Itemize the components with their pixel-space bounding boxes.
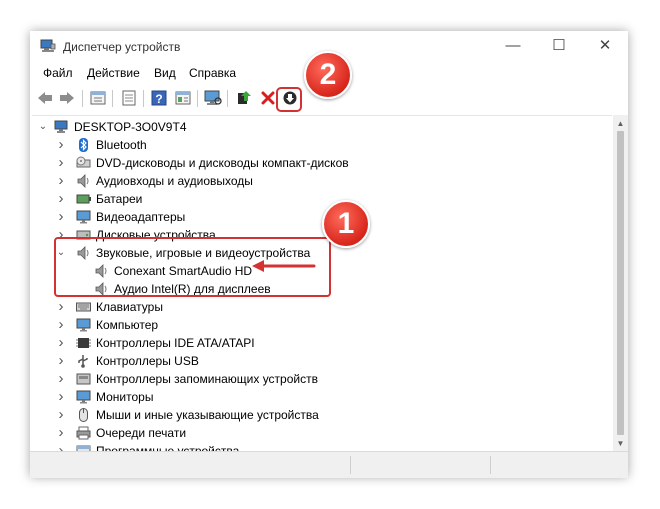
display-icon — [76, 390, 91, 404]
chevron-right-icon[interactable]: › — [56, 352, 66, 370]
tree-item-mice[interactable]: › Мыши и иные указывающие устройства — [32, 406, 592, 424]
bluetooth-icon — [79, 138, 88, 152]
view-resources-icon[interactable] — [173, 88, 193, 108]
menu-view[interactable]: Вид — [154, 66, 176, 80]
scroll-down-icon[interactable]: ▼ — [613, 437, 628, 451]
chevron-right-icon[interactable]: › — [56, 388, 66, 406]
tree-item-keyboards[interactable]: › Клавиатуры — [32, 298, 592, 316]
menu-action[interactable]: Действие — [87, 66, 140, 80]
chevron-right-icon[interactable]: › — [56, 136, 66, 154]
display-icon — [76, 210, 91, 224]
back-arrow-icon[interactable] — [35, 88, 55, 108]
chevron-right-icon[interactable]: › — [56, 298, 66, 316]
tree-item-label: Bluetooth — [96, 138, 147, 152]
dvd-icon — [76, 156, 91, 168]
document-list-icon[interactable] — [119, 88, 139, 108]
tree-item-label: Компьютер — [96, 318, 159, 332]
computer-name: DESKTOP-3O0V9T4 — [74, 120, 187, 134]
tree-item-computer[interactable]: › Компьютер — [32, 316, 592, 334]
scroll-up-icon[interactable]: ▲ — [613, 117, 628, 131]
chevron-right-icon[interactable]: › — [56, 154, 66, 172]
vertical-scrollbar[interactable]: ▲ ▼ — [613, 115, 628, 451]
scrollbar-thumb[interactable] — [617, 131, 624, 435]
chevron-right-icon[interactable]: › — [56, 424, 66, 442]
uninstall-device-icon[interactable] — [258, 88, 278, 108]
toolbar-separator — [197, 90, 198, 107]
tree-item-label: DVD-дисководы и дисководы компакт-дисков — [96, 156, 349, 170]
help-icon[interactable]: ? — [149, 88, 169, 108]
window-title: Диспетчер устройств — [63, 40, 181, 54]
chevron-right-icon[interactable]: › — [56, 370, 66, 388]
forward-arrow-icon[interactable] — [57, 88, 77, 108]
keyboard-icon — [76, 302, 91, 312]
tree-item-dvd-drives[interactable]: › DVD-дисководы и дисководы компакт-диско… — [32, 154, 592, 172]
menu-help[interactable]: Справка — [189, 66, 236, 80]
menu-file[interactable]: Файл — [43, 66, 73, 80]
tree-item-label: Клавиатуры — [96, 300, 163, 314]
chevron-right-icon[interactable]: › — [56, 406, 66, 424]
tree-item-label: Мыши и иные указывающие устройства — [96, 408, 319, 422]
battery-icon — [76, 194, 91, 204]
svg-text:?: ? — [155, 92, 162, 106]
ide-icon — [76, 338, 91, 348]
tree-item-storage-controllers[interactable]: › Контроллеры запоминающих устройств — [32, 370, 592, 388]
speaker-icon — [77, 174, 89, 188]
chevron-right-icon[interactable]: › — [56, 334, 66, 352]
tree-item-bluetooth[interactable]: › Bluetooth — [32, 136, 592, 154]
tree-item-label: Аудиовходы и аудиовыходы — [96, 174, 253, 188]
mouse-icon — [79, 408, 88, 422]
chevron-right-icon[interactable]: › — [56, 190, 66, 208]
storage-icon — [76, 373, 91, 385]
tree-item-audio-io[interactable]: › Аудиовходы и аудиовыходы — [32, 172, 592, 190]
tree-item-label: Батареи — [96, 192, 143, 206]
tree-item-label: Контроллеры USB — [96, 354, 199, 368]
step-badge-2: 2 — [304, 51, 352, 99]
tree-item-usb-controllers[interactable]: › Контроллеры USB — [32, 352, 592, 370]
toolbar-separator — [82, 90, 83, 107]
display-icon — [76, 318, 91, 332]
update-driver-icon[interactable] — [234, 88, 254, 108]
scan-hardware-icon[interactable] — [203, 88, 223, 108]
enable-device-highlight-box — [276, 87, 302, 112]
tree-item-label: Контроллеры запоминающих устройств — [96, 372, 318, 386]
chevron-right-icon[interactable]: › — [56, 316, 66, 334]
status-divider — [490, 456, 491, 474]
close-button[interactable]: ✕ — [582, 31, 628, 63]
status-divider — [350, 456, 351, 474]
chevron-right-icon[interactable]: › — [56, 172, 66, 190]
tree-item-print-queues[interactable]: › Очереди печати — [32, 424, 592, 442]
usb-icon — [78, 355, 88, 368]
tree-item-ide-controllers[interactable]: › Контроллеры IDE ATA/ATAPI — [32, 334, 592, 352]
status-bar — [30, 451, 628, 478]
tree-item-label: Очереди печати — [96, 426, 187, 440]
properties-sheet-icon[interactable] — [88, 88, 108, 108]
tree-root[interactable]: ⌄ DESKTOP-3O0V9T4 — [32, 118, 592, 136]
tree-item-monitors[interactable]: › Мониторы — [32, 388, 592, 406]
annotation-arrow — [252, 260, 316, 272]
tree-item-label: Мониторы — [96, 390, 154, 404]
chevron-right-icon[interactable]: › — [56, 208, 66, 226]
computer-icon — [54, 120, 68, 133]
tree-item-video-adapters[interactable]: › Видеоадаптеры — [32, 208, 592, 226]
toolbar-separator — [143, 90, 144, 107]
toolbar-separator — [227, 90, 228, 107]
tree-item-batteries[interactable]: › Батареи — [32, 190, 592, 208]
chevron-down-icon[interactable]: ⌄ — [38, 118, 48, 136]
tree-item-label: Видеоадаптеры — [96, 210, 186, 224]
step-badge-1: 1 — [322, 200, 370, 248]
device-manager-app-icon — [40, 39, 56, 52]
tree-item-label: Контроллеры IDE ATA/ATAPI — [96, 336, 255, 350]
toolbar-separator — [112, 90, 113, 107]
printer-icon — [76, 426, 91, 440]
minimize-button[interactable]: — — [490, 31, 536, 63]
maximize-button[interactable]: ☐ — [536, 31, 582, 63]
